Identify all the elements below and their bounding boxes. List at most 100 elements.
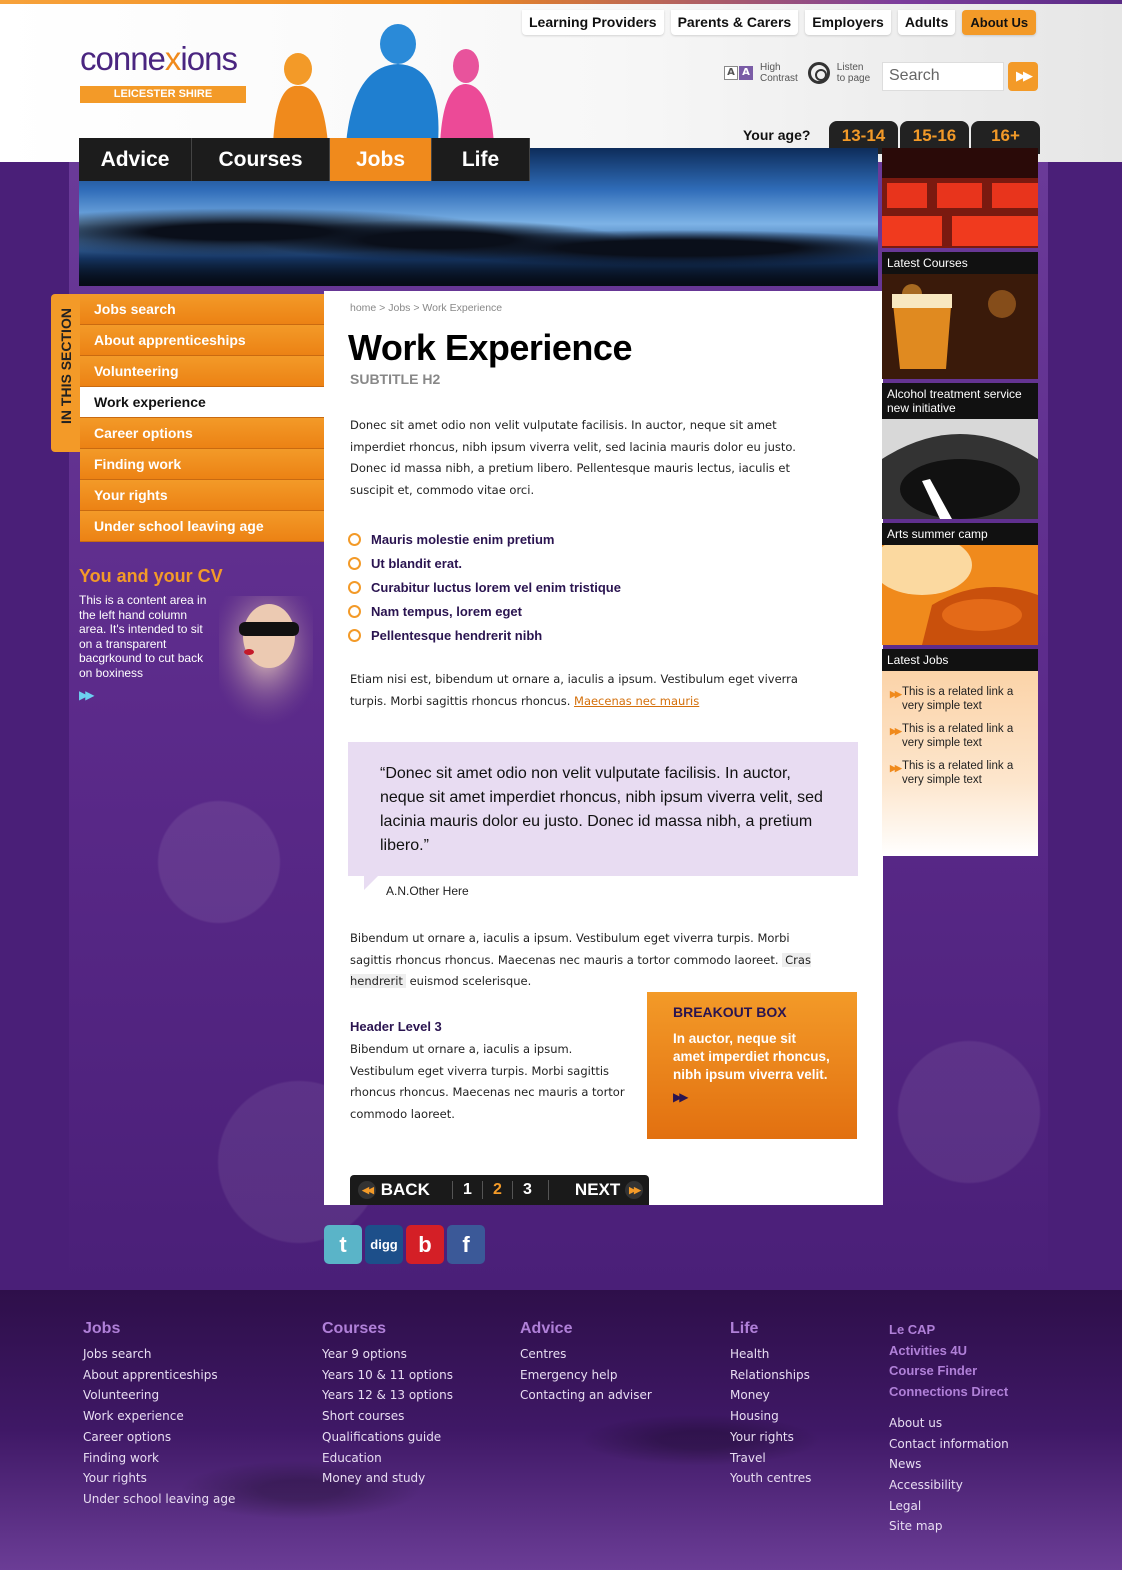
footer-link[interactable]: Short courses	[322, 1406, 453, 1427]
footer-link[interactable]: Contacting an adviser	[520, 1385, 652, 1406]
footer-link[interactable]: Housing	[730, 1406, 811, 1427]
nav-courses[interactable]: Courses	[192, 138, 330, 181]
footer-link[interactable]: About apprenticeships	[83, 1365, 235, 1386]
footer-featured-link[interactable]: Course Finder	[889, 1361, 1009, 1382]
cv-promo-title[interactable]: You and your CV	[79, 566, 319, 587]
footer-link[interactable]: Money	[730, 1385, 811, 1406]
double-arrow-icon[interactable]: ▶▶	[673, 1090, 831, 1104]
promo-alcohol-service[interactable]: Alcohol treatment service new initiative	[882, 274, 1038, 419]
section-nav-career-options[interactable]: Career options	[80, 418, 324, 449]
footer-link[interactable]: Centres	[520, 1344, 652, 1365]
section-nav-work-experience[interactable]: Work experience	[80, 387, 324, 418]
footer-link[interactable]: Money and study	[322, 1468, 453, 1489]
footer-link[interactable]: Year 9 options	[322, 1344, 453, 1365]
next-button[interactable]: NEXT ▶▶	[547, 1180, 649, 1200]
section-nav-jobs-search[interactable]: Jobs search	[80, 294, 324, 325]
footer-col-jobs: Jobs Jobs search About apprenticeships V…	[83, 1320, 235, 1510]
footer-link[interactable]: About us	[889, 1413, 1009, 1434]
footer-link[interactable]: Your rights	[83, 1468, 235, 1489]
footer-heading-advice[interactable]: Advice	[520, 1320, 652, 1338]
header-level-3: Header Level 3	[350, 1019, 442, 1034]
page-2[interactable]: 2	[482, 1181, 512, 1199]
section-nav-apprenticeships[interactable]: About apprenticeships	[80, 325, 324, 356]
double-arrow-icon: ▶▶	[890, 763, 902, 773]
footer-link[interactable]: Career options	[83, 1427, 235, 1448]
section-nav-under-school-age[interactable]: Under school leaving age	[80, 511, 324, 542]
footer-link[interactable]: Emergency help	[520, 1365, 652, 1386]
nav-life[interactable]: Life	[432, 138, 530, 181]
footer-featured-link[interactable]: Activities 4U	[889, 1341, 1009, 1362]
footer-link[interactable]: Education	[322, 1448, 453, 1469]
footer-link[interactable]: Jobs search	[83, 1344, 235, 1365]
footer-link[interactable]: Youth centres	[730, 1468, 811, 1489]
logo-region: LEICESTER SHIRE	[80, 86, 246, 103]
high-contrast-label[interactable]: High Contrast	[760, 62, 798, 84]
footer-link[interactable]: Your rights	[730, 1427, 811, 1448]
facebook-icon[interactable]: f	[447, 1225, 485, 1264]
toplink-employers[interactable]: Employers	[805, 10, 891, 35]
double-arrow-icon: ▶▶	[890, 689, 902, 699]
footer-link[interactable]: Finding work	[83, 1448, 235, 1469]
promo-caption: Arts summer camp	[882, 523, 1038, 545]
logo[interactable]: connexions LEICESTER SHIRE	[80, 42, 246, 103]
page-title: Work Experience	[348, 327, 632, 368]
footer-heading-jobs[interactable]: Jobs	[83, 1320, 235, 1338]
footer-col-advice: Advice Centres Emergency help Contacting…	[520, 1320, 652, 1406]
twitter-icon[interactable]: t	[324, 1225, 362, 1264]
section-nav-your-rights[interactable]: Your rights	[80, 480, 324, 511]
promo-latest-courses[interactable]: Latest Courses	[882, 148, 1038, 274]
search-input[interactable]: Search	[882, 62, 1004, 91]
footer-link[interactable]: Under school leaving age	[83, 1489, 235, 1510]
about-us-button[interactable]: About Us	[962, 10, 1037, 35]
page-3[interactable]: 3	[512, 1181, 542, 1199]
site-footer: Jobs Jobs search About apprenticeships V…	[0, 1290, 1122, 1570]
breakout-box[interactable]: BREAKOUT BOX In auctor, neque sit amet i…	[647, 992, 857, 1139]
related-link[interactable]: ▶▶ This is a related link a very simple t…	[890, 759, 1030, 787]
bullet-circle-icon	[348, 556, 361, 570]
footer-link[interactable]: Years 12 & 13 options	[322, 1385, 453, 1406]
promo-arts-camp[interactable]: Arts summer camp	[882, 419, 1038, 545]
section-nav-volunteering[interactable]: Volunteering	[80, 356, 324, 387]
listen-label[interactable]: Listen to page	[837, 62, 870, 84]
footer-link[interactable]: Legal	[889, 1496, 1009, 1517]
breadcrumb[interactable]: home > Jobs > Work Experience	[350, 302, 502, 314]
footer-link[interactable]: Contact information	[889, 1434, 1009, 1455]
promo-latest-jobs[interactable]: Latest Jobs	[872, 535, 1038, 671]
footer-col-life: Life Health Relationships Money Housing …	[730, 1320, 811, 1489]
footer-link[interactable]: Accessibility	[889, 1475, 1009, 1496]
high-contrast-toggle[interactable]: A A	[724, 66, 753, 80]
toplink-parents-carers[interactable]: Parents & Carers	[670, 10, 799, 35]
footer-link[interactable]: News	[889, 1454, 1009, 1475]
digg-icon[interactable]: digg	[365, 1225, 403, 1264]
footer-link[interactable]: Qualifications guide	[322, 1427, 453, 1448]
footer-link[interactable]: Work experience	[83, 1406, 235, 1427]
footer-heading-courses[interactable]: Courses	[322, 1320, 453, 1338]
footer-featured-link[interactable]: Connections Direct	[889, 1382, 1009, 1403]
footer-featured-link[interactable]: Le CAP	[889, 1320, 1009, 1341]
bullet-circle-icon	[348, 628, 361, 642]
age-label: Your age?	[743, 127, 811, 143]
footer-link[interactable]: Volunteering	[83, 1385, 235, 1406]
bebo-icon[interactable]: b	[406, 1225, 444, 1264]
nav-advice[interactable]: Advice	[79, 138, 192, 181]
breakout-text: In auctor, neque sit amet imperdiet rhon…	[673, 1031, 830, 1082]
listen-icon[interactable]	[807, 62, 830, 84]
page-subtitle: SUBTITLE H2	[350, 371, 441, 387]
text-size-large-icon: A	[739, 66, 753, 80]
toplink-learning-providers[interactable]: Learning Providers	[522, 10, 664, 35]
footer-link[interactable]: Health	[730, 1344, 811, 1365]
footer-heading-life[interactable]: Life	[730, 1320, 811, 1338]
related-link[interactable]: ▶▶ This is a related link a very simple t…	[890, 722, 1030, 750]
nav-jobs[interactable]: Jobs	[330, 138, 432, 181]
footer-link[interactable]: Travel	[730, 1448, 811, 1469]
footer-link[interactable]: Relationships	[730, 1365, 811, 1386]
section-nav-finding-work[interactable]: Finding work	[80, 449, 324, 480]
page-1[interactable]: 1	[452, 1181, 482, 1199]
search-go-button[interactable]: ▶▶	[1008, 62, 1038, 91]
back-button[interactable]: ◀◀ BACK	[350, 1180, 452, 1200]
footer-link[interactable]: Site map	[889, 1516, 1009, 1537]
related-link[interactable]: ▶▶ This is a related link a very simple t…	[890, 685, 1030, 713]
inline-link[interactable]: Maecenas nec mauris	[574, 694, 699, 708]
footer-link[interactable]: Years 10 & 11 options	[322, 1365, 453, 1386]
toplink-adults[interactable]: Adults	[897, 10, 956, 35]
